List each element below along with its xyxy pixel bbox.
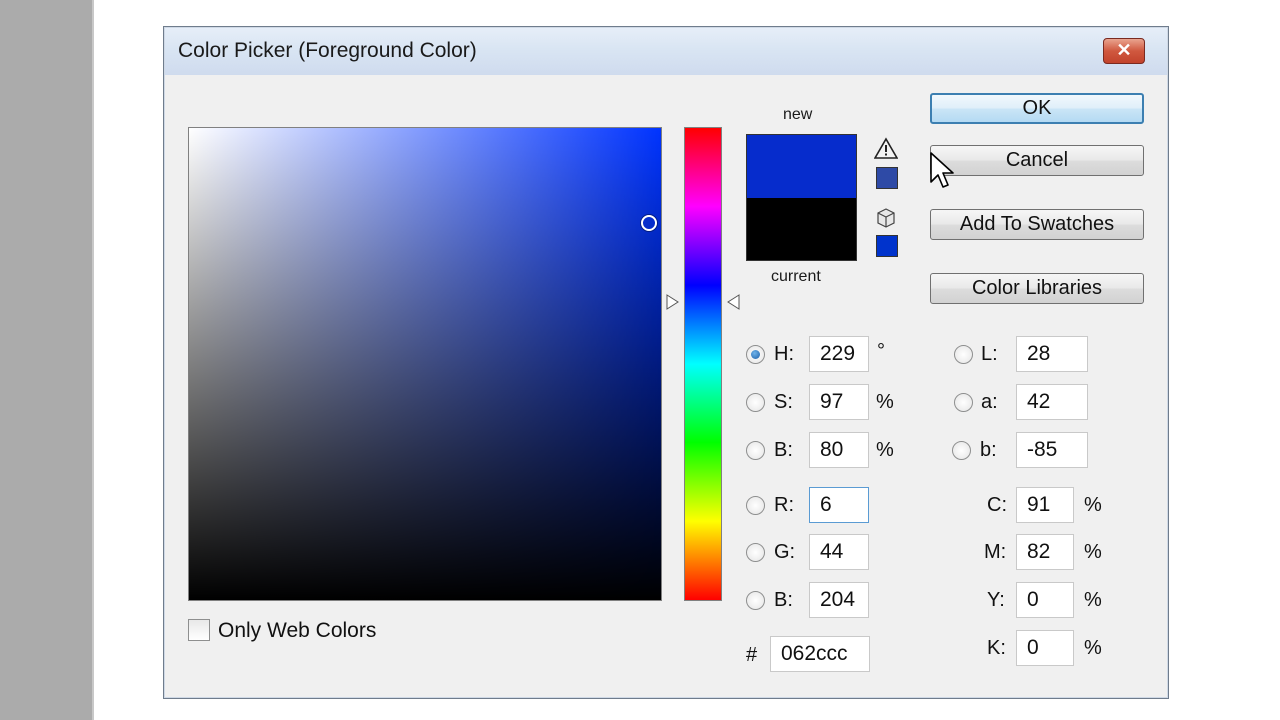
cube-icon[interactable] bbox=[876, 208, 896, 228]
hue-unit: ° bbox=[877, 340, 885, 362]
black-unit: % bbox=[1084, 637, 1102, 659]
cyan-unit: % bbox=[1084, 494, 1102, 516]
magenta-unit: % bbox=[1084, 541, 1102, 563]
green-input[interactable]: 44 bbox=[809, 534, 869, 570]
lab-b-label: b: bbox=[980, 439, 997, 461]
green-radio[interactable] bbox=[746, 543, 765, 562]
brightness-label: B: bbox=[774, 439, 793, 461]
magenta-input[interactable]: 82 bbox=[1016, 534, 1074, 570]
new-label: new bbox=[783, 106, 813, 123]
hex-label: # bbox=[746, 644, 758, 666]
cyan-input[interactable]: 91 bbox=[1016, 487, 1074, 523]
hue-slider-right-arrow-icon[interactable] bbox=[726, 294, 740, 310]
red-input[interactable]: 6 bbox=[809, 487, 869, 523]
color-preview bbox=[746, 134, 857, 261]
only-web-colors-checkbox[interactable] bbox=[188, 619, 210, 641]
saturation-radio[interactable] bbox=[746, 393, 765, 412]
saturation-input[interactable]: 97 bbox=[809, 384, 869, 420]
background-panel-edge bbox=[92, 0, 94, 720]
brightness-input[interactable]: 80 bbox=[809, 432, 869, 468]
close-button[interactable]: ✕ bbox=[1103, 38, 1145, 64]
saturation-brightness-field[interactable] bbox=[188, 127, 662, 601]
lab-a-label: a: bbox=[981, 391, 998, 413]
color-field-marker[interactable] bbox=[640, 214, 657, 231]
out-of-gamut-swatch[interactable] bbox=[876, 167, 898, 189]
red-label: R: bbox=[774, 494, 794, 516]
green-label: G: bbox=[774, 541, 796, 563]
warning-triangle-icon[interactable] bbox=[874, 137, 898, 159]
lab-l-input[interactable]: 28 bbox=[1016, 336, 1088, 372]
lab-b-radio[interactable] bbox=[952, 441, 971, 460]
new-color-swatch bbox=[747, 135, 856, 198]
background-panel bbox=[0, 0, 92, 720]
only-web-colors-label: Only Web Colors bbox=[218, 619, 377, 642]
lab-l-label: L: bbox=[981, 343, 998, 365]
cyan-label: C: bbox=[987, 494, 1007, 516]
hue-slider[interactable] bbox=[684, 127, 722, 601]
yellow-label: Y: bbox=[987, 589, 1005, 611]
current-color-swatch[interactable] bbox=[747, 198, 856, 260]
dialog-title: Color Picker (Foreground Color) bbox=[178, 39, 477, 62]
brightness-unit: % bbox=[876, 439, 894, 461]
add-to-swatches-button[interactable]: Add To Swatches bbox=[930, 209, 1144, 240]
blue-label: B: bbox=[774, 589, 793, 611]
hue-label: H: bbox=[774, 343, 794, 365]
color-libraries-button[interactable]: Color Libraries bbox=[930, 273, 1144, 304]
saturation-label: S: bbox=[774, 391, 793, 413]
cancel-button[interactable]: Cancel bbox=[930, 145, 1144, 176]
yellow-input[interactable]: 0 bbox=[1016, 582, 1074, 618]
lab-a-input[interactable]: 42 bbox=[1016, 384, 1088, 420]
yellow-unit: % bbox=[1084, 589, 1102, 611]
black-label: K: bbox=[987, 637, 1006, 659]
lab-a-radio[interactable] bbox=[954, 393, 973, 412]
hue-radio[interactable] bbox=[746, 345, 765, 364]
black-input[interactable]: 0 bbox=[1016, 630, 1074, 666]
hex-input[interactable]: 062ccc bbox=[770, 636, 870, 672]
lab-b-input[interactable]: -85 bbox=[1016, 432, 1088, 468]
ok-button[interactable]: OK bbox=[930, 93, 1144, 124]
brightness-radio[interactable] bbox=[746, 441, 765, 460]
title-bar: Color Picker (Foreground Color) ✕ bbox=[165, 28, 1167, 75]
current-label: current bbox=[771, 268, 821, 285]
blue-radio[interactable] bbox=[746, 591, 765, 610]
lab-l-radio[interactable] bbox=[954, 345, 973, 364]
web-safe-swatch[interactable] bbox=[876, 235, 898, 257]
saturation-unit: % bbox=[876, 391, 894, 413]
mouse-pointer-icon bbox=[930, 152, 954, 188]
blue-input[interactable]: 204 bbox=[809, 582, 869, 618]
magenta-label: M: bbox=[984, 541, 1007, 563]
hue-input[interactable]: 229 bbox=[809, 336, 869, 372]
hue-slider-left-arrow-icon[interactable] bbox=[666, 294, 680, 310]
red-radio[interactable] bbox=[746, 496, 765, 515]
